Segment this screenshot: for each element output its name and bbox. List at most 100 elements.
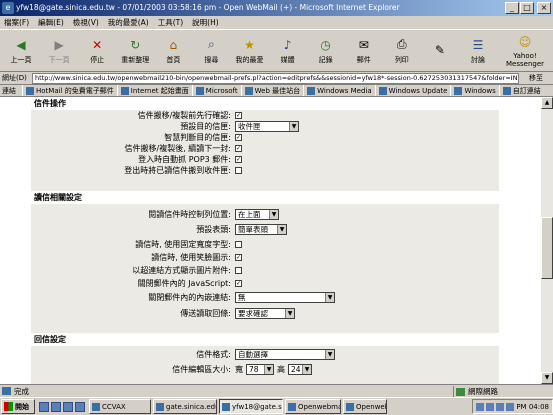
link-windows-update[interactable]: Windows Update: [374, 85, 451, 96]
editor-width-select[interactable]: 78 ▼: [246, 364, 274, 375]
terminal-icon: [92, 402, 100, 411]
quick-launch: [35, 401, 89, 412]
section-title-reply-settings: 回信設定: [31, 333, 499, 346]
maximize-button[interactable]: □: [520, 2, 534, 14]
stop-button[interactable]: ✕ 停止: [78, 31, 116, 71]
smiley-checkbox[interactable]: ✓: [235, 254, 242, 261]
quick-launch-ie-icon[interactable]: [51, 401, 61, 412]
media-button[interactable]: ♪ 媒體: [269, 31, 307, 71]
window-title: yfw18@gate.sinica.edu.tw - 07/01/2003 03…: [16, 3, 400, 12]
yahoo-messenger-button[interactable]: ☺ Yahoo! Messenger: [497, 31, 553, 71]
back-icon: ◀: [16, 37, 26, 52]
link-page-icon: [307, 86, 316, 95]
taskbar-item-yfw18[interactable]: yfw18@gate.si...: [219, 399, 283, 414]
disable-embedded-links-select[interactable]: 無 ▼: [235, 292, 335, 303]
taskbar-item-openwebmail-2[interactable]: Openwebmail...: [343, 399, 387, 414]
editor-height-select[interactable]: 24 ▼: [288, 364, 312, 375]
history-button[interactable]: ◷ 記錄: [307, 31, 345, 71]
ie-icon: [288, 402, 296, 411]
scroll-thumb[interactable]: [541, 217, 553, 279]
read-receipt-select[interactable]: 要求確認 ▼: [235, 308, 295, 319]
tray-icon[interactable]: [476, 402, 485, 411]
go-button[interactable]: 移至: [519, 73, 553, 83]
auto-pop3-checkbox[interactable]: ✓: [235, 156, 242, 163]
page-done-icon: [2, 386, 11, 395]
pref-row: 信件編輯區大小: 寬 78 ▼ 高 24 ▼: [31, 364, 499, 375]
link-windows-media[interactable]: Windows Media: [303, 85, 375, 96]
home-button[interactable]: ⌂ 首頁: [154, 31, 192, 71]
scroll-up-button[interactable]: ▲: [541, 97, 553, 109]
pref-row: 關閉郵件內的內嵌連結: 無 ▼: [31, 292, 499, 303]
link-best-sites[interactable]: Web 最佳站台: [240, 85, 304, 96]
favorites-button[interactable]: ★ 我的最愛: [230, 31, 268, 71]
edit-icon: ✎: [434, 42, 445, 57]
tray-icon[interactable]: [496, 402, 505, 411]
back-button[interactable]: ◀ 上一頁: [2, 31, 40, 71]
link-windows[interactable]: Windows: [450, 85, 498, 96]
terminal-icon: [156, 402, 164, 411]
smart-folder-checkbox[interactable]: ✓: [235, 134, 242, 141]
message-format-select[interactable]: 自動選擇 ▼: [235, 349, 335, 360]
link-ie-start[interactable]: Internet 起始畫面: [116, 85, 192, 96]
image-link-checkbox[interactable]: [235, 267, 242, 274]
quick-launch-media-icon[interactable]: [75, 401, 85, 412]
confirm-move-checkbox[interactable]: ✓: [235, 112, 242, 119]
default-folder-select[interactable]: 收件匣 ▼: [235, 121, 299, 132]
chevron-down-icon: ▼: [269, 210, 278, 219]
disable-javascript-checkbox[interactable]: ✓: [235, 280, 242, 287]
link-hotmail[interactable]: HotMail 的免費電子郵件: [22, 85, 117, 96]
taskbar-item-openwebmail[interactable]: Openwebmail: [285, 399, 341, 414]
address-bar: 網址(D) http://www.sinica.edu.tw/openwebma…: [0, 72, 553, 85]
forward-button[interactable]: ▶ 下一頁: [40, 31, 78, 71]
refresh-button[interactable]: ↻ 重新整理: [116, 31, 154, 71]
link-custom[interactable]: 自訂連結: [498, 85, 544, 96]
pref-row: 登入時自動抓 POP3 郵件: ✓: [138, 155, 242, 164]
address-input[interactable]: http://www.sinica.edu.tw/openwebmail210-…: [32, 72, 519, 84]
quick-launch-desktop-icon[interactable]: [39, 401, 49, 412]
minimize-button[interactable]: _: [505, 2, 519, 14]
discuss-button[interactable]: ☰ 討論: [459, 31, 497, 71]
vertical-scrollbar[interactable]: ▲ ▼: [541, 97, 553, 384]
home-icon: ⌂: [169, 37, 178, 52]
discuss-icon: ☰: [472, 37, 484, 52]
edit-button[interactable]: ✎: [421, 31, 459, 71]
address-label: 網址(D): [2, 74, 27, 82]
tray-icon[interactable]: [486, 402, 495, 411]
pref-row: 讀信時, 使用固定寬度字型:: [31, 239, 499, 250]
quick-launch-outlook-icon[interactable]: [63, 401, 73, 412]
chevron-down-icon: ▼: [264, 365, 273, 374]
scroll-down-button[interactable]: ▼: [541, 372, 553, 384]
menu-help[interactable]: 說明(H): [192, 17, 219, 28]
print-button[interactable]: ⎙ 列印: [383, 31, 421, 71]
page-content: 信件操作 信件搬移/複製前先行確認: ✓ 預設目的信匣: 收件匣 ▼ 智慧判斷目的…: [0, 97, 541, 384]
start-button[interactable]: 開始: [1, 399, 35, 414]
menu-file[interactable]: 檔案(F): [4, 17, 29, 28]
fixed-font-checkbox[interactable]: [235, 241, 242, 248]
read-next-checkbox[interactable]: ✓: [235, 145, 242, 152]
menu-view[interactable]: 檢視(V): [73, 17, 99, 28]
tray-icon[interactable]: [506, 402, 515, 411]
chevron-down-icon: ▼: [277, 225, 286, 234]
pref-row: 智慧判斷目的信匣: ✓: [164, 133, 242, 142]
taskbar-item-ccvax[interactable]: CCVAX: [89, 399, 151, 414]
windows-logo-icon: [4, 402, 13, 411]
link-microsoft[interactable]: Microsoft: [191, 85, 241, 96]
zone-text: 網際網路: [468, 386, 498, 396]
mail-icon: ✉: [358, 37, 369, 52]
taskbar-item-gate[interactable]: gate.sinica.edu....: [153, 399, 217, 414]
menu-edit[interactable]: 編輯(E): [38, 17, 64, 28]
search-button[interactable]: ⌕ 搜尋: [192, 31, 230, 71]
close-button[interactable]: ×: [537, 2, 551, 14]
mail-button[interactable]: ✉ 郵件: [345, 31, 383, 71]
pref-row: 傳送讀取回條: 要求確認 ▼: [31, 308, 499, 319]
logout-move-read-checkbox[interactable]: [235, 167, 242, 174]
section-title-read-settings: 讀信相關設定: [31, 191, 499, 204]
menu-tools[interactable]: 工具(T): [158, 17, 183, 28]
yahoo-messenger-icon: ☺: [518, 34, 532, 49]
control-bar-position-select[interactable]: 在上面 ▼: [235, 209, 279, 220]
clock: PM 04:08: [516, 402, 549, 411]
default-header-select[interactable]: 簡單表頭 ▼: [235, 224, 287, 235]
pref-row: 以超連結方式顯示圖片附件:: [31, 265, 499, 276]
menu-favorites[interactable]: 我的最愛(A): [108, 17, 149, 28]
favorites-icon: ★: [244, 37, 255, 52]
